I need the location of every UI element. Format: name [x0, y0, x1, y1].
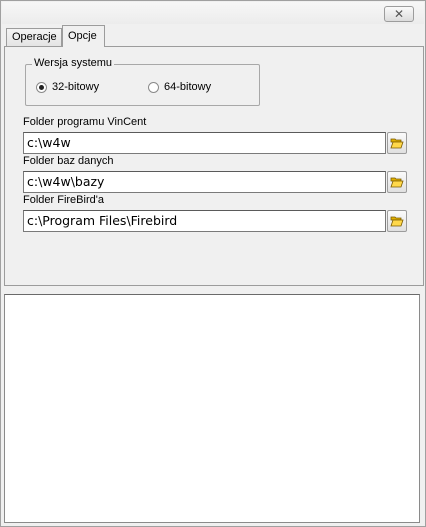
tab-strip: Operacje Opcje	[4, 25, 424, 47]
app-window: ✕ Operacje Opcje Wersja systemu 32-bitow…	[0, 0, 426, 527]
browse-database-folder-button[interactable]	[387, 171, 407, 193]
browse-vincent-folder-button[interactable]	[387, 132, 407, 154]
open-folder-icon	[390, 138, 404, 149]
radio-label: 64-bitowy	[164, 81, 212, 93]
tab-operacje[interactable]: Operacje	[6, 28, 62, 47]
radio-button[interactable]	[148, 81, 159, 93]
log-text-area[interactable]	[4, 294, 420, 523]
options-panel: Wersja systemu 32-bitowy 64-bitowy Folde…	[4, 46, 424, 286]
title-bar: ✕	[2, 2, 424, 24]
tab-opcje[interactable]: Opcje	[62, 25, 105, 47]
close-button[interactable]: ✕	[384, 6, 414, 22]
radio-selected-dot	[39, 84, 44, 90]
firebird-folder-label: Folder FireBird'a	[23, 194, 104, 206]
open-folder-icon	[390, 177, 404, 188]
firebird-folder-input[interactable]: c:\Program Files\Firebird	[23, 210, 386, 232]
browse-firebird-folder-button[interactable]	[387, 210, 407, 232]
vincent-folder-input[interactable]: c:\w4w	[23, 132, 386, 154]
open-folder-icon	[390, 216, 404, 227]
radio-32-bit[interactable]: 32-bitowy	[36, 81, 99, 93]
database-folder-input[interactable]: c:\w4w\bazy	[23, 171, 386, 193]
radio-64-bit[interactable]: 64-bitowy	[148, 81, 211, 93]
database-folder-label: Folder baz danych	[23, 155, 114, 167]
radio-label: 32-bitowy	[52, 81, 100, 93]
vincent-folder-label: Folder programu VinCent	[23, 116, 147, 128]
radio-button[interactable]	[36, 81, 47, 93]
close-icon: ✕	[393, 7, 405, 21]
group-title: Wersja systemu	[32, 57, 115, 69]
system-version-group: Wersja systemu 32-bitowy 64-bitowy	[25, 57, 260, 106]
